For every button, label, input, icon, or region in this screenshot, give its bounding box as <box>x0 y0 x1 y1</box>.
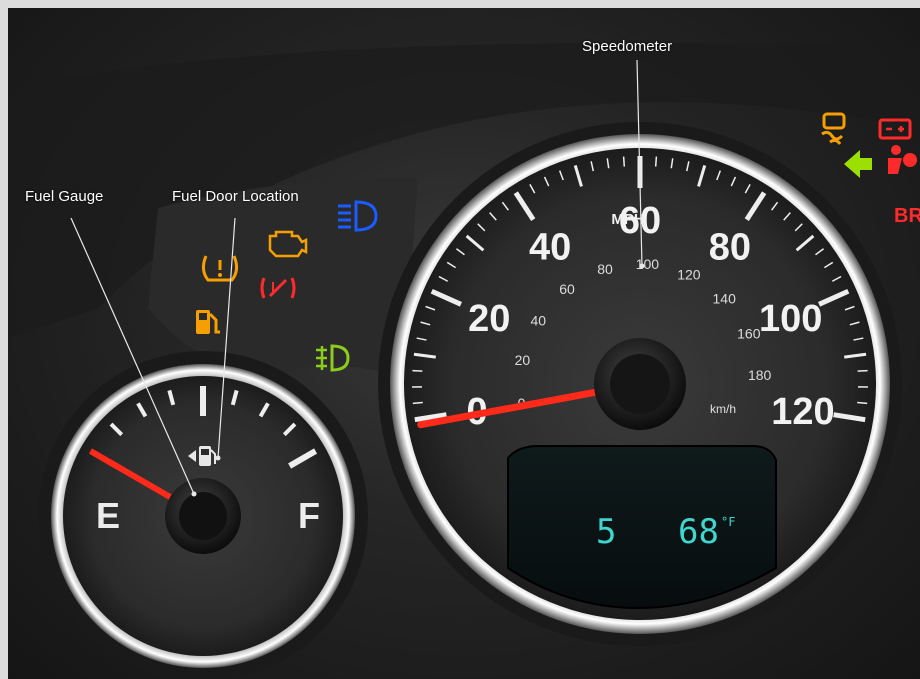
lcd-gear: 5 <box>596 512 616 552</box>
kmh-label-140: 140 <box>713 291 737 307</box>
lcd-temperature-unit: °F <box>721 515 735 529</box>
mph-unit-label: MPH <box>611 211 644 228</box>
mph-label-40: 40 <box>529 227 571 269</box>
speed-tick <box>857 369 868 372</box>
mph-label-80: 80 <box>709 227 751 269</box>
dashboard-photo: E F 020406080100120 <box>8 8 920 679</box>
brake-warning-text: BR <box>894 205 920 227</box>
turn-signal-left-icon <box>844 150 872 178</box>
fuel-empty-label: E <box>96 495 120 536</box>
lcd-temperature: 68 <box>678 512 719 552</box>
mph-label-100: 100 <box>759 298 822 340</box>
kmh-label-120: 120 <box>677 266 701 282</box>
speed-tick <box>622 156 626 167</box>
speed-tick <box>412 369 423 372</box>
kmh-unit-label: km/h <box>710 402 736 416</box>
kmh-label-160: 160 <box>737 325 761 341</box>
lcd-display: 5 68 °F <box>507 445 777 610</box>
mph-label-120: 120 <box>771 391 834 433</box>
mph-label-20: 20 <box>468 298 510 340</box>
kmh-label-60: 60 <box>559 281 575 297</box>
fuel-gauge-callout: Fuel Gauge <box>25 188 104 205</box>
kmh-label-20: 20 <box>515 352 531 368</box>
traction-control-icon <box>821 112 846 145</box>
kmh-label-100: 100 <box>636 256 660 272</box>
speed-tick <box>412 401 423 405</box>
indicator-lights-right: BR <box>821 112 920 227</box>
kmh-label-80: 80 <box>597 261 613 277</box>
airbag-icon <box>888 145 917 174</box>
kmh-label-40: 40 <box>530 312 546 328</box>
speed-tick <box>654 156 658 167</box>
kmh-label-180: 180 <box>748 367 772 383</box>
image-frame: E F 020406080100120 <box>0 0 920 679</box>
fuel-door-callout: Fuel Door Location <box>172 188 299 205</box>
fuel-gauge: E F <box>38 351 368 679</box>
indicator-panel <box>148 178 418 378</box>
speed-tick <box>857 401 868 405</box>
fuel-full-label: F <box>298 495 320 536</box>
speedometer-callout: Speedometer <box>582 38 673 55</box>
